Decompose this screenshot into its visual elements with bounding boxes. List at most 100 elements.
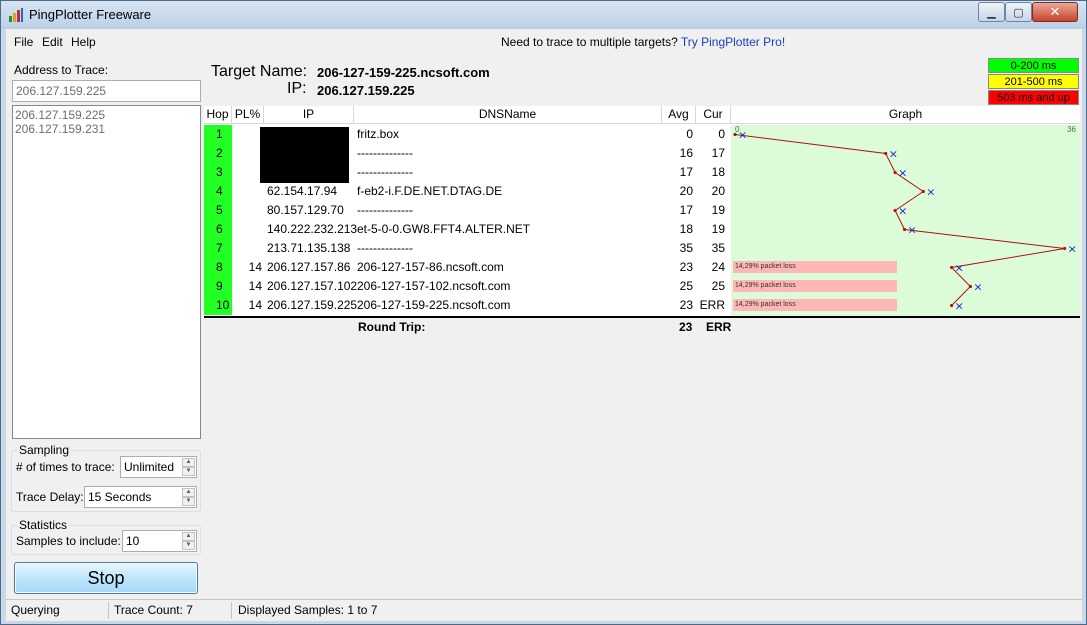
avg-cell: 23 xyxy=(679,260,693,274)
table-row[interactable]: 7 213.71.135.138 -------------- 35 35 xyxy=(204,239,730,258)
status-state: Querying xyxy=(11,603,60,617)
trace-delay-field[interactable]: 15 Seconds ▲ ▼ xyxy=(84,486,197,508)
menu-edit[interactable]: Edit xyxy=(42,35,63,49)
round-trip-label: Round Trip: xyxy=(358,320,426,334)
pl-cell xyxy=(232,220,262,239)
svg-text:×: × xyxy=(1068,243,1077,256)
avg-cell: 20 xyxy=(679,184,693,198)
col-header-avg[interactable]: Avg xyxy=(662,106,696,124)
dns-cell: f-eb2-i.F.DE.NET.DTAG.DE xyxy=(357,184,503,198)
pl-cell: 14 xyxy=(248,260,262,274)
latency-point: × xyxy=(950,262,964,275)
minimize-icon: ▁ xyxy=(987,6,996,19)
spin-down-icon[interactable]: ▼ xyxy=(182,497,195,506)
times-to-trace-value: Unlimited xyxy=(124,460,175,474)
stop-button[interactable]: Stop xyxy=(14,562,198,594)
address-label: Address to Trace: xyxy=(14,63,109,77)
history-item[interactable]: 206.127.159.231 xyxy=(15,122,198,136)
address-input[interactable]: 206.127.159.225 xyxy=(12,80,201,102)
table-row[interactable]: 5 80.157.129.70 -------------- 17 19 xyxy=(204,201,730,220)
cur-cell: 18 xyxy=(711,165,725,179)
latency-point: × xyxy=(893,167,907,180)
table-row[interactable]: 6 140.222.232.213 et-5-0-0.GW8.FFT4.ALTER.… xyxy=(204,220,730,239)
target-name-value: 206-127-159-225.ncsoft.com xyxy=(317,65,490,80)
delay-spinner[interactable]: ▲ ▼ xyxy=(182,488,195,506)
status-bar: Querying Trace Count: 7 Displayed Sample… xyxy=(6,599,1082,621)
menu-file[interactable]: File xyxy=(14,35,33,49)
dns-cell: -------------- xyxy=(357,203,413,217)
table-row[interactable]: 4 62.154.17.94 f-eb2-i.F.DE.NET.DTAG.DE 20 2… xyxy=(204,182,730,201)
redacted-ip-block xyxy=(260,127,349,183)
dns-cell: -------------- xyxy=(357,165,413,179)
table-row[interactable]: 9 14 206.127.157.102 206-127-157-102.ncsoft… xyxy=(204,277,897,296)
cur-cell: 25 xyxy=(711,279,725,293)
hop-cell: 10 xyxy=(204,296,232,315)
ip-cell: 62.154.17.94 xyxy=(267,184,338,198)
table-row[interactable]: 8 14 206.127.157.86 206-127-157-86.ncsoft.c… xyxy=(204,258,897,277)
round-trip-cur: ERR xyxy=(706,320,732,334)
cur-cell: 20 xyxy=(711,184,725,198)
spin-down-icon[interactable]: ▼ xyxy=(182,541,195,550)
spin-down-icon[interactable]: ▼ xyxy=(182,467,195,476)
cur-cell: ERR xyxy=(699,298,725,312)
target-ip-label: IP: xyxy=(287,80,307,97)
col-header-ip[interactable]: IP xyxy=(264,106,354,124)
title-bar[interactable]: PingPlotter Freeware ▁ ▢ ✕ xyxy=(1,1,1086,29)
spin-up-icon[interactable]: ▲ xyxy=(182,532,195,541)
table-divider xyxy=(204,316,1080,318)
table-row[interactable]: 10 14 206.127.159.225 206-127-159-225.ncsof… xyxy=(204,296,897,315)
ip-cell: 206.127.157.86 xyxy=(267,260,351,274)
close-button[interactable]: ✕ xyxy=(1032,2,1078,22)
hop-cell: 3 xyxy=(204,163,232,182)
window-title: PingPlotter Freeware xyxy=(29,7,152,22)
spin-up-icon[interactable]: ▲ xyxy=(182,458,195,467)
app-window: PingPlotter Freeware ▁ ▢ ✕ File Edit Hel… xyxy=(0,0,1087,625)
avg-cell: 0 xyxy=(686,127,693,141)
pl-cell: 14 xyxy=(248,298,262,312)
history-item[interactable]: 206.127.159.225 xyxy=(15,108,198,122)
col-header-cur[interactable]: Cur xyxy=(696,106,731,124)
col-header-pl[interactable]: PL% xyxy=(232,106,264,124)
promo-link[interactable]: Try PingPlotter Pro! xyxy=(681,35,785,49)
spin-up-icon[interactable]: ▲ xyxy=(182,488,195,497)
address-history-list[interactable]: 206.127.159.225 206.127.159.231 xyxy=(12,105,201,439)
svg-text:×: × xyxy=(955,300,964,313)
samples-spinner[interactable]: ▲ ▼ xyxy=(182,532,195,550)
pl-cell xyxy=(232,163,262,182)
statistics-title: Statistics xyxy=(17,518,70,532)
dns-cell: 206-127-157-102.ncsoft.com xyxy=(357,279,511,293)
col-header-hop[interactable]: Hop xyxy=(204,106,232,124)
latency-line xyxy=(734,134,1065,306)
cur-cell: 35 xyxy=(711,241,725,255)
pl-cell xyxy=(232,201,262,220)
latency-point: × xyxy=(921,186,936,199)
dns-cell: et-5-0-0.GW8.FFT4.ALTER.NET xyxy=(357,222,531,236)
times-to-trace-field[interactable]: Unlimited ▲ ▼ xyxy=(120,456,197,478)
status-trace-count: Trace Count: 7 xyxy=(114,603,193,617)
times-spinner[interactable]: ▲ ▼ xyxy=(182,458,195,476)
cur-cell: 0 xyxy=(718,127,725,141)
col-header-graph[interactable]: Graph xyxy=(731,106,1080,124)
minimize-button[interactable]: ▁ xyxy=(978,2,1005,22)
avg-cell: 17 xyxy=(679,165,693,179)
avg-cell: 23 xyxy=(679,298,693,312)
menu-help[interactable]: Help xyxy=(71,35,96,49)
maximize-button[interactable]: ▢ xyxy=(1005,2,1032,22)
latency-point: × xyxy=(884,148,898,161)
times-label: # of times to trace: xyxy=(16,460,115,474)
latency-point: × xyxy=(950,300,964,313)
latency-point: × xyxy=(902,224,917,237)
pl-cell xyxy=(232,239,262,258)
cur-cell: 19 xyxy=(711,203,725,217)
target-name-label: Target Name: xyxy=(211,63,308,80)
legend-item-mid: 201-500 ms xyxy=(988,74,1079,89)
pl-cell xyxy=(232,182,262,201)
round-trip-avg: 23 xyxy=(679,320,693,334)
samples-field[interactable]: 10 ▲ ▼ xyxy=(122,530,197,552)
client-area: File Edit Help Need to trace to multiple… xyxy=(6,29,1082,621)
dns-cell: 206-127-159-225.ncsoft.com xyxy=(357,298,511,312)
svg-text:×: × xyxy=(898,205,907,218)
svg-text:×: × xyxy=(889,148,898,161)
col-header-dns[interactable]: DNSName xyxy=(354,106,662,124)
status-divider xyxy=(108,602,109,619)
